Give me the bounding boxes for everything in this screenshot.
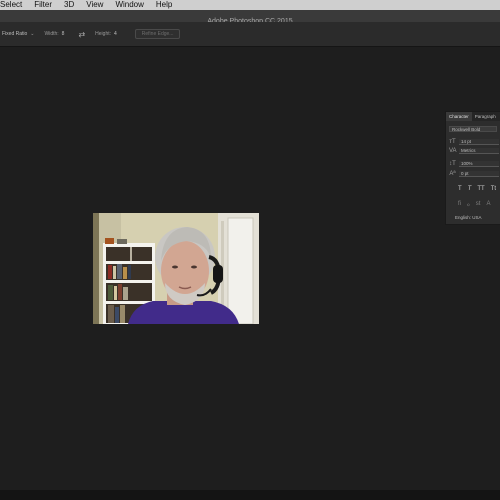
swap-icon[interactable]: ⇄	[78, 30, 85, 39]
font-size-row: ᴛT 14 pt	[449, 139, 499, 145]
small-caps-button[interactable]: Tt	[491, 186, 496, 192]
vertical-scale-icon: ↕T	[449, 161, 456, 167]
webcam-photo	[93, 213, 259, 324]
language-dropdown[interactable]: English: USA	[455, 215, 482, 220]
refine-edge-button[interactable]: Refine Edge...	[134, 29, 181, 39]
font-size-field[interactable]: 14 pt	[459, 139, 499, 145]
style-dropdown[interactable]: Fixed Ratio	[2, 31, 27, 37]
menu-3d[interactable]: 3D	[58, 0, 80, 10]
baseline-shift-row: Aª 0 pt	[449, 171, 499, 177]
vertical-scale-field[interactable]: 100%	[459, 161, 499, 167]
old-style-button[interactable]: ℴ	[467, 201, 470, 208]
tab-character[interactable]: Character	[446, 112, 472, 121]
character-panel: Character Paragraph Rockwell Bold ᴛT 14 …	[445, 111, 500, 225]
baseline-shift-field[interactable]: 0 pt	[459, 171, 499, 177]
menu-view[interactable]: View	[80, 0, 109, 10]
font-size-icon: ᴛT	[449, 139, 456, 145]
kerning-row: VA Metrics	[449, 148, 499, 154]
status-bar	[0, 490, 500, 500]
height-label: Height:	[95, 31, 111, 37]
baseline-shift-icon: Aª	[449, 171, 456, 177]
faux-italic-button[interactable]: T	[468, 186, 472, 192]
panel-tabs: Character Paragraph	[446, 112, 500, 121]
kerning-icon: VA	[449, 148, 457, 154]
menu-window[interactable]: Window	[109, 0, 149, 10]
menu-help[interactable]: Help	[150, 0, 178, 10]
tab-paragraph[interactable]: Paragraph	[472, 112, 499, 121]
menu-filter[interactable]: Filter	[28, 0, 58, 10]
ligature-button[interactable]: ﬁ	[458, 201, 461, 208]
photo-illustration	[93, 213, 259, 324]
options-bar: Fixed Ratio ⌄ Width: 8 ⇄ Height: 4 Refin…	[0, 22, 500, 47]
font-style-field[interactable]: Rockwell Bold	[449, 126, 497, 132]
title-bar: Adobe Photoshop CC 2015	[0, 10, 500, 25]
type-style-buttons: T T TT Tt	[458, 186, 496, 192]
opentype-buttons: ﬁ ℴ st A	[458, 201, 490, 208]
width-label: Width:	[44, 31, 59, 37]
height-field[interactable]: 4	[114, 31, 117, 37]
vertical-scale-row: ↕T 100%	[449, 161, 499, 167]
width-field[interactable]: 8	[62, 31, 65, 37]
menu-select[interactable]: Select	[0, 0, 28, 10]
kerning-field[interactable]: Metrics	[459, 148, 499, 154]
menu-bar: Select Filter 3D View Window Help	[0, 0, 500, 10]
swash-button[interactable]: A	[486, 201, 490, 208]
chevron-down-icon[interactable]: ⌄	[30, 31, 34, 37]
stylistic-button[interactable]: st	[476, 201, 481, 208]
faux-bold-button[interactable]: T	[458, 186, 462, 192]
all-caps-button[interactable]: TT	[477, 186, 484, 192]
